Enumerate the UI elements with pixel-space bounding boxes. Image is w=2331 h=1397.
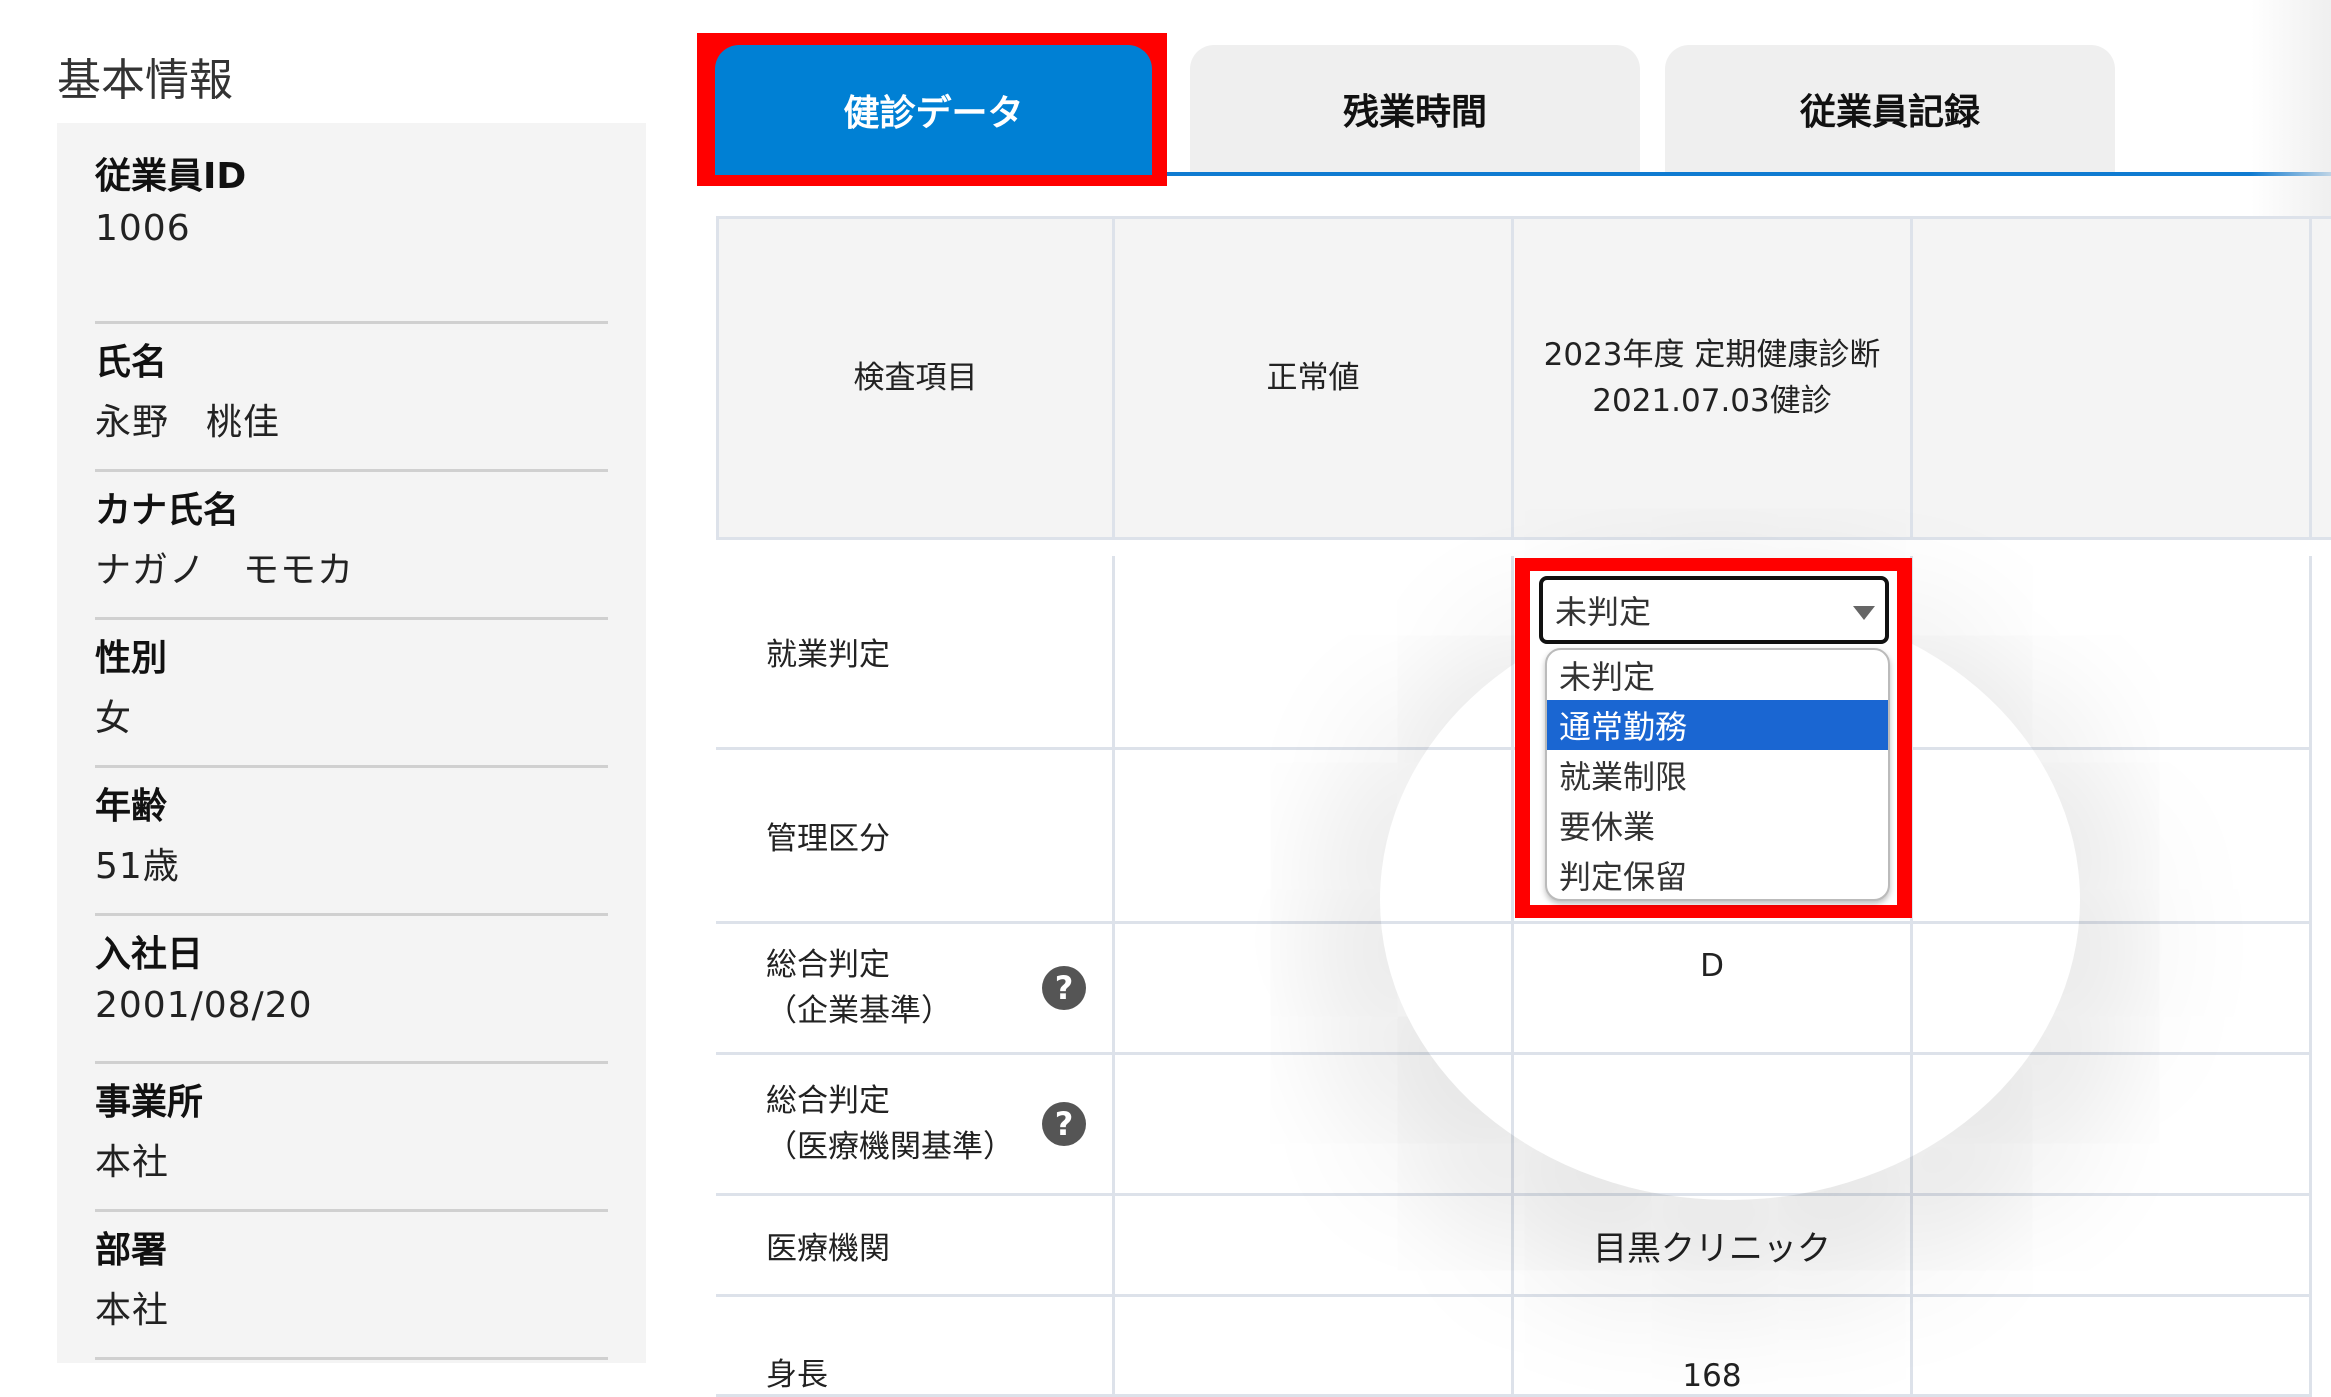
info-label: 従業員ID (95, 156, 247, 197)
tab-overtime[interactable]: 残業時間 (1190, 45, 1640, 173)
row-management-category-label: 管理区分 (716, 750, 1115, 924)
employment-judgment-select[interactable]: 未判定 (1539, 576, 1889, 644)
label-line2: （医療機関基準） (766, 1129, 1014, 1165)
row-medical-institution-normal (1115, 1196, 1514, 1297)
question-circle-icon[interactable]: ? (1042, 966, 1086, 1010)
info-office: 事業所 本社 (95, 1061, 608, 1212)
info-label: 性別 (95, 638, 168, 679)
header-checkup-2023: 2023年度 定期健康診断 2021.07.03健診 (1514, 216, 1913, 540)
row-management-category-normal (1115, 750, 1514, 924)
row-employment-judgment-label: 就業判定 (716, 556, 1115, 750)
row-overall-medical-label: 総合判定 （医療機関基準） ? (716, 1055, 1115, 1196)
info-value: 1006 (95, 208, 191, 249)
label-line1: 総合判定 (766, 947, 890, 983)
header-normal-value: 正常値 (1115, 216, 1514, 540)
tab-health-checkup-data[interactable]: 健診データ (715, 45, 1152, 175)
header-overflow (2312, 216, 2331, 540)
row-height-label: 身長 (716, 1297, 1115, 1397)
row-overall-company-extra (1913, 924, 2312, 1055)
row-overall-company-value: D (1514, 924, 1913, 1055)
row-medical-institution-label: 医療機関 (716, 1196, 1115, 1297)
info-hire-date: 入社日 2001/08/20 (95, 913, 608, 1064)
label-line1: 総合判定 (766, 1083, 890, 1119)
option-undetermined[interactable]: 未判定 (1547, 650, 1888, 700)
info-value: 本社 (95, 1290, 170, 1331)
info-kana-name: カナ氏名 ナガノ モモカ (95, 469, 608, 620)
option-normal-work[interactable]: 通常勤務 (1547, 700, 1888, 750)
info-value: 51歳 (95, 846, 180, 887)
row-overall-medical-extra (1913, 1055, 2312, 1196)
info-label: 氏名 (95, 342, 168, 383)
row-medical-institution-value: 目黒クリニック (1514, 1196, 1913, 1297)
header-test-item: 検査項目 (716, 216, 1115, 540)
row-height-extra (1913, 1297, 2312, 1397)
row-height-normal (1115, 1297, 1514, 1397)
header-checkup-title: 2023年度 定期健康診断 (1543, 337, 1881, 373)
info-gender: 性別 女 (95, 617, 608, 768)
chevron-down-icon (1853, 606, 1875, 620)
info-name: 氏名 永野 桃佳 (95, 321, 608, 472)
option-work-restriction[interactable]: 就業制限 (1547, 750, 1888, 800)
basic-info-panel: 従業員ID 1006 氏名 永野 桃佳 カナ氏名 ナガノ モモカ 性別 女 年齢… (57, 123, 646, 1363)
info-value: 女 (95, 698, 133, 739)
row-employment-judgment-extra (1913, 556, 2312, 750)
info-label: カナ氏名 (95, 490, 240, 531)
tab-employee-records[interactable]: 従業員記録 (1665, 45, 2115, 173)
row-height-value: 168 (1514, 1297, 1913, 1397)
row-overall-medical-value (1514, 1055, 1913, 1196)
select-current-value: 未判定 (1555, 593, 1652, 631)
section-title-basic-info: 基本情報 (57, 55, 233, 106)
info-label: 事業所 (95, 1082, 204, 1123)
info-value: 2001/08/20 (95, 985, 313, 1026)
info-age: 年齢 51歳 (95, 765, 608, 916)
info-department: 部署 本社 (95, 1209, 608, 1360)
option-judgment-pending[interactable]: 判定保留 (1547, 850, 1888, 899)
header-empty (1913, 216, 2312, 540)
row-overall-company-normal (1115, 924, 1514, 1055)
row-overall-company-label: 総合判定 （企業基準） ? (716, 924, 1115, 1055)
info-label: 部署 (95, 1230, 168, 1271)
employment-judgment-options: 未判定 通常勤務 就業制限 要休業 判定保留 (1545, 648, 1890, 901)
info-value: 本社 (95, 1142, 170, 1183)
info-label: 入社日 (95, 934, 204, 975)
header-checkup-date: 2021.07.03健診 (1592, 383, 1832, 419)
tab-underline (1167, 172, 2331, 176)
info-value: 永野 桃佳 (95, 402, 281, 443)
info-label: 年齢 (95, 786, 168, 827)
info-value: ナガノ モモカ (95, 550, 355, 591)
row-overall-medical-normal (1115, 1055, 1514, 1196)
label-line2: （企業基準） (766, 993, 952, 1029)
info-employee-id: 従業員ID 1006 (95, 123, 608, 324)
row-medical-institution-extra (1913, 1196, 2312, 1297)
row-employment-judgment-normal (1115, 556, 1514, 750)
option-leave-required[interactable]: 要休業 (1547, 800, 1888, 850)
question-circle-icon[interactable]: ? (1042, 1102, 1086, 1146)
row-management-category-extra (1913, 750, 2312, 924)
